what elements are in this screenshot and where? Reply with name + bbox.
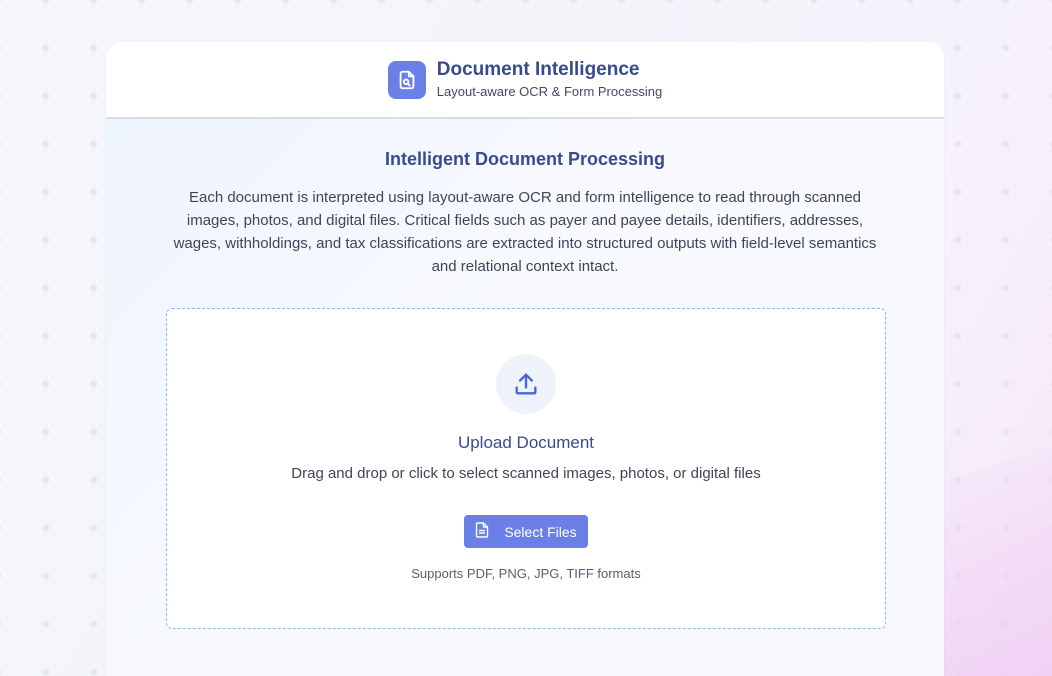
upload-dropzone[interactable]: Upload Document Drag and drop or click t… <box>166 308 886 629</box>
section-description: Each document is interpreted using layou… <box>173 189 877 275</box>
brand: Document Intelligence Layout-aware OCR &… <box>387 58 663 101</box>
content-area: Intelligent Document Processing Each doc… <box>106 119 944 676</box>
select-files-label: Select Files <box>504 523 577 540</box>
app-subtitle: Layout-aware OCR & Form Processing <box>436 83 663 99</box>
upload-description: Drag and drop or click to select scanned… <box>291 465 761 482</box>
upload-title: Upload Document <box>457 433 595 452</box>
document-search-icon <box>387 60 426 99</box>
upload-icon <box>496 354 556 414</box>
file-icon <box>475 522 489 541</box>
section-title: Intelligent Document Processing <box>384 149 666 169</box>
main-card: Document Intelligence Layout-aware OCR &… <box>106 42 944 676</box>
select-files-button[interactable]: Select Files <box>464 515 588 548</box>
supported-formats: Supports PDF, PNG, JPG, TIFF formats <box>411 566 641 581</box>
app-title: Document Intelligence <box>436 58 640 80</box>
app-header: Document Intelligence Layout-aware OCR &… <box>106 42 944 119</box>
